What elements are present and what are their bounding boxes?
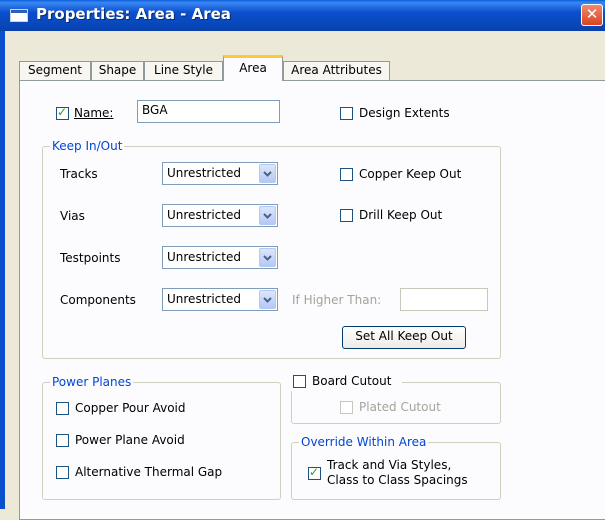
board-cutout-label: Board Cutout [312, 374, 392, 388]
testpoints-select[interactable]: Unrestricted [162, 246, 278, 269]
copper-pour-avoid-label: Copper Pour Avoid [75, 401, 186, 415]
window-title: Properties: Area - Area [36, 5, 231, 23]
power-plane-avoid-checkbox[interactable] [56, 434, 69, 447]
title-bar: Properties: Area - Area ✕ [0, 0, 605, 31]
window-icon [10, 9, 28, 22]
testpoints-label: Testpoints [60, 251, 121, 265]
name-checkbox[interactable] [56, 105, 69, 120]
tracks-select[interactable]: Unrestricted [162, 162, 278, 185]
name-label: Name: [74, 106, 114, 120]
components-select-value: Unrestricted [167, 292, 241, 306]
plated-cutout-label: Plated Cutout [359, 400, 441, 414]
tab-area[interactable]: Area [223, 55, 283, 81]
override-within-area-title: Override Within Area [299, 435, 429, 449]
vias-select[interactable]: Unrestricted [162, 204, 278, 227]
power-planes-title: Power Planes [50, 375, 134, 389]
if-higher-than-label: If Higher Than: [292, 293, 382, 307]
chevron-down-icon[interactable] [259, 206, 276, 225]
window-frame-left [0, 31, 5, 509]
vias-label: Vias [60, 209, 85, 223]
tab-area-attributes[interactable]: Area Attributes [283, 61, 390, 80]
chevron-down-icon[interactable] [259, 248, 276, 267]
chevron-down-icon[interactable] [259, 290, 276, 309]
components-select[interactable]: Unrestricted [162, 288, 278, 311]
track-via-styles-label-line1: Track and Via Styles, [327, 458, 452, 472]
track-via-styles-checkbox[interactable] [308, 465, 321, 480]
copper-pour-avoid-checkbox[interactable] [56, 402, 69, 415]
testpoints-select-value: Unrestricted [167, 250, 241, 264]
design-extents-checkbox[interactable] [340, 107, 353, 120]
name-field[interactable]: BGA [137, 100, 280, 123]
track-via-styles-label-line2: Class to Class Spacings [327, 473, 468, 487]
power-plane-avoid-label: Power Plane Avoid [75, 433, 185, 447]
if-higher-than-field[interactable] [400, 288, 488, 311]
tab-line-style[interactable]: Line Style [144, 61, 223, 80]
tab-segment[interactable]: Segment [19, 61, 91, 80]
design-extents-label: Design Extents [359, 106, 450, 120]
chevron-down-icon[interactable] [259, 164, 276, 183]
components-label: Components [60, 293, 136, 307]
tab-shape[interactable]: Shape [91, 61, 144, 80]
alternative-thermal-gap-checkbox[interactable] [56, 466, 69, 479]
board-cutout-checkbox[interactable] [293, 375, 306, 388]
alternative-thermal-gap-label: Alternative Thermal Gap [75, 465, 223, 479]
drill-keep-out-label: Drill Keep Out [359, 208, 443, 222]
close-button[interactable]: ✕ [581, 4, 603, 26]
copper-keep-out-label: Copper Keep Out [359, 167, 462, 181]
set-all-keep-out-button[interactable]: Set All Keep Out [342, 326, 466, 349]
plated-cutout-checkbox[interactable] [340, 401, 353, 414]
tracks-select-value: Unrestricted [167, 166, 241, 180]
drill-keep-out-checkbox[interactable] [340, 209, 353, 222]
tracks-label: Tracks [60, 167, 98, 181]
copper-keep-out-checkbox[interactable] [340, 168, 353, 181]
keep-in-out-title: Keep In/Out [50, 139, 125, 153]
vias-select-value: Unrestricted [167, 208, 241, 222]
